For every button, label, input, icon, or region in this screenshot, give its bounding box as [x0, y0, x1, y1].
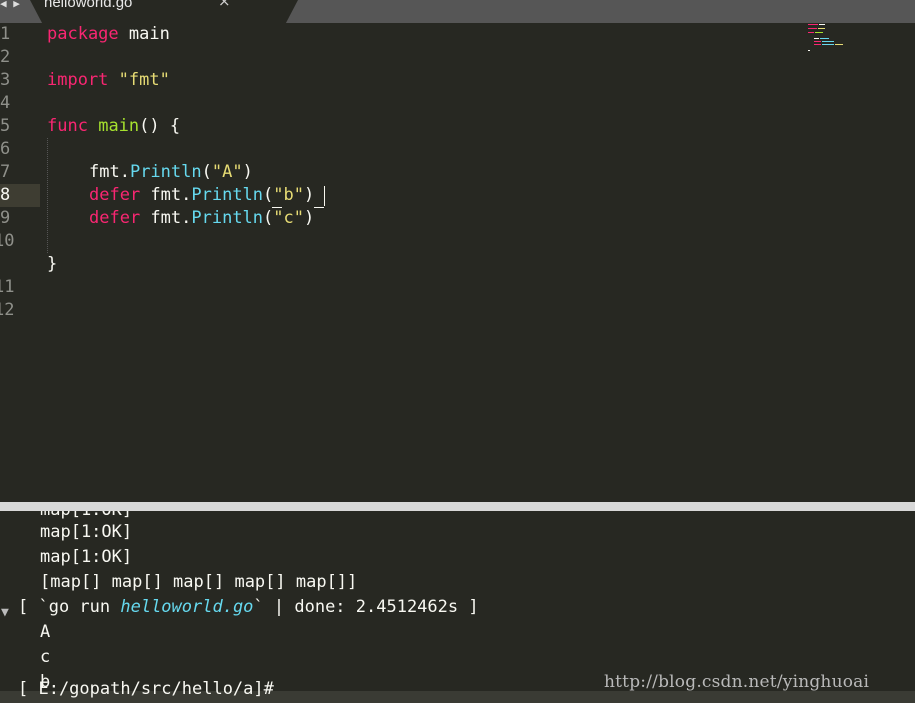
line-number: 3: [0, 70, 11, 90]
paren-close: ): [304, 185, 315, 205]
line-number: 2: [0, 47, 11, 67]
run-status-line: [ `go run helloworld.go` | done: 2.45124…: [18, 595, 479, 620]
code-line-7: fmt.Println("A"): [89, 161, 253, 184]
keyword-func: func: [47, 116, 88, 136]
tab-nav-arrows-icon[interactable]: ◀ ▶: [0, 0, 30, 12]
pkg-ref: fmt.: [140, 208, 192, 228]
line-number: 12: [0, 300, 15, 320]
paren-open: (: [263, 185, 274, 205]
string-literal: "b": [273, 185, 304, 205]
string-literal: "A": [211, 162, 243, 182]
output-line: [map[] map[] map[] map[] map[]]: [40, 572, 358, 592]
indent-guide: [47, 138, 49, 253]
package-name: main: [118, 24, 170, 44]
output-bottom-strip: [ E:/gopath/src/hello/a]#: [0, 679, 915, 703]
run-suffix: ` | done: 2.4512462s ]: [253, 597, 479, 617]
code-line-9: defer fmt.Println("c"): [89, 207, 314, 230]
paren-open: (: [263, 208, 274, 228]
line-number: 6: [0, 139, 11, 159]
line-number: 10: [0, 231, 15, 251]
code-line-8: defer fmt.Println("b"): [89, 184, 314, 207]
line-number: 9: [0, 208, 11, 228]
tab-bar: ◀ ▶ helloworld.go ×: [0, 0, 915, 23]
closing-brace: }: [47, 254, 58, 274]
func-signature: () {: [139, 116, 181, 136]
code-line-5: func main() {: [47, 115, 180, 138]
call-println: Println: [191, 185, 264, 205]
paren-close: ): [304, 208, 315, 228]
line-number: 4: [0, 93, 11, 113]
panel-splitter[interactable]: [0, 502, 915, 511]
paren-open: (: [201, 162, 212, 182]
call-println: Println: [129, 162, 202, 182]
bracket-match-underline: [314, 207, 324, 208]
output-line: c: [40, 647, 51, 667]
line-number: 5: [0, 116, 11, 136]
line-number-active: 8: [0, 185, 11, 205]
output-line: A: [40, 622, 51, 642]
function-name: main: [98, 116, 140, 136]
tab-close-icon[interactable]: ×: [218, 0, 231, 10]
run-prefix: [ `go run: [18, 597, 121, 617]
pkg-ref: fmt.: [140, 185, 192, 205]
string-literal: "c": [273, 208, 304, 228]
tab-title[interactable]: helloworld.go: [44, 0, 132, 11]
import-path: "fmt": [118, 70, 170, 90]
line-number: 11: [0, 277, 15, 297]
line-number: 7: [0, 162, 11, 182]
pkg-ref: fmt.: [89, 162, 130, 182]
build-output-panel[interactable]: map[1:OK] map[1:OK] map[1:OK] [map[] map…: [0, 511, 915, 691]
output-line: map[1:OK]: [40, 522, 133, 542]
paren-close: ): [242, 162, 253, 182]
code-line-1: package main: [47, 23, 170, 46]
minimap[interactable]: [806, 23, 851, 55]
output-line-partial: [ E:/gopath/src/hello/a]#: [18, 679, 274, 699]
bracket-match-underline: [272, 207, 282, 208]
run-file-name: helloworld.go: [120, 597, 254, 617]
keyword-defer: defer: [89, 185, 141, 205]
keyword-import: import: [47, 70, 109, 90]
code-editor[interactable]: 1 2 3 4 5 6 7 8 9 10 11 12 package main …: [0, 23, 915, 502]
output-line: map[1:OK]: [40, 547, 133, 567]
call-println: Println: [191, 208, 264, 228]
text-cursor: [324, 186, 325, 206]
watermark-text: http://blog.csdn.net/yinghuoai: [604, 672, 870, 692]
code-line-3: import "fmt": [47, 69, 170, 92]
keyword-package: package: [47, 24, 119, 44]
line-number-gutter: 1 2 3 4 5 6 7 8 9 10 11 12: [0, 23, 40, 502]
line-number: 1: [0, 24, 11, 44]
code-line-11: }: [47, 253, 57, 276]
keyword-defer: defer: [89, 208, 141, 228]
fold-triangle-icon[interactable]: ▼: [1, 605, 9, 620]
